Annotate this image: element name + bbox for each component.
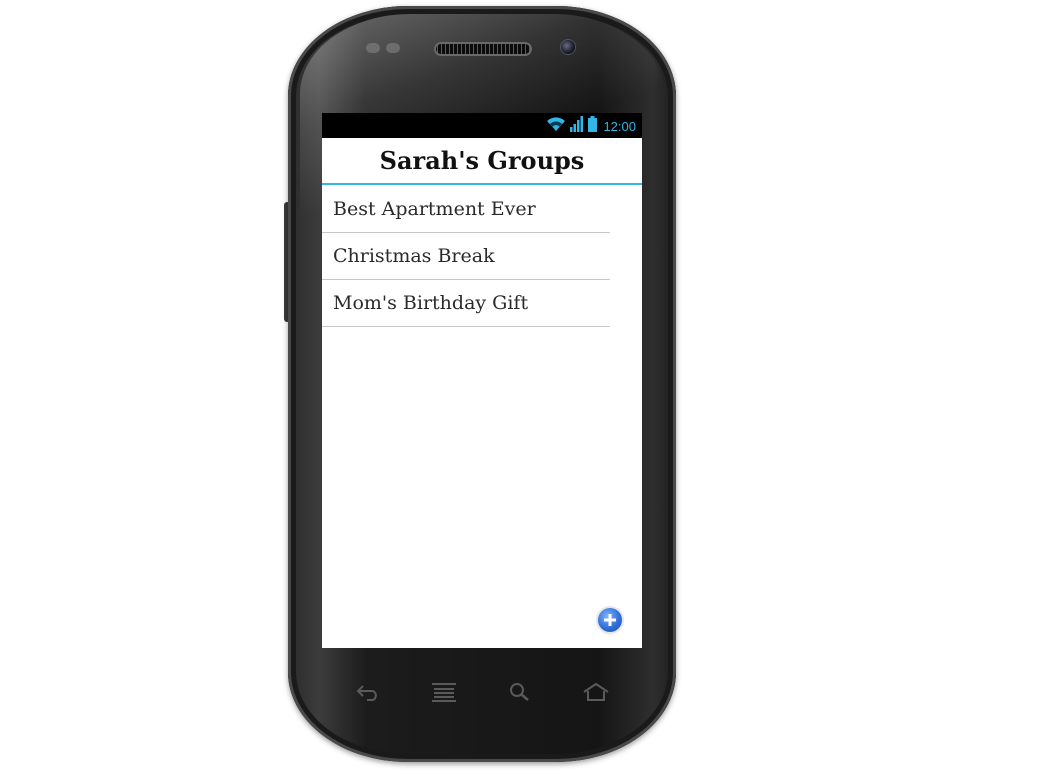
plus-circle-icon [604, 614, 616, 626]
wifi-icon [546, 116, 566, 137]
list-item[interactable]: Best Apartment Ever [322, 186, 610, 233]
status-icons: 12:00 [546, 115, 636, 137]
menu-button[interactable] [424, 674, 464, 710]
status-time: 12:00 [603, 118, 636, 134]
home-icon [583, 682, 609, 701]
sensor-icon [386, 43, 400, 53]
app-header: Sarah's Groups [322, 138, 642, 185]
group-label: Christmas Break [333, 245, 495, 267]
page-title: Sarah's Groups [379, 146, 585, 175]
home-button[interactable] [576, 674, 616, 710]
stage: 12:00 Sarah's Groups Best Apartment Ever… [0, 0, 1042, 782]
speaker-grille [434, 42, 532, 56]
nav-bar [330, 672, 634, 712]
phone-screen: 12:00 Sarah's Groups Best Apartment Ever… [322, 113, 642, 648]
back-button[interactable] [348, 674, 388, 710]
sensor-icon [366, 43, 380, 53]
add-group-button[interactable] [598, 608, 622, 632]
menu-icon [432, 683, 456, 702]
group-label: Mom's Birthday Gift [333, 292, 529, 314]
signal-icon [570, 115, 584, 137]
search-button[interactable] [500, 674, 540, 710]
list-item[interactable]: Christmas Break [322, 233, 610, 280]
search-icon [510, 683, 529, 701]
front-camera [561, 40, 575, 54]
back-icon [356, 685, 377, 701]
list-item[interactable]: Mom's Birthday Gift [322, 280, 610, 327]
battery-icon [588, 115, 598, 137]
status-bar: 12:00 [322, 113, 642, 138]
group-list: Best Apartment Ever Christmas Break Mom'… [322, 186, 610, 327]
group-label: Best Apartment Ever [333, 198, 536, 220]
